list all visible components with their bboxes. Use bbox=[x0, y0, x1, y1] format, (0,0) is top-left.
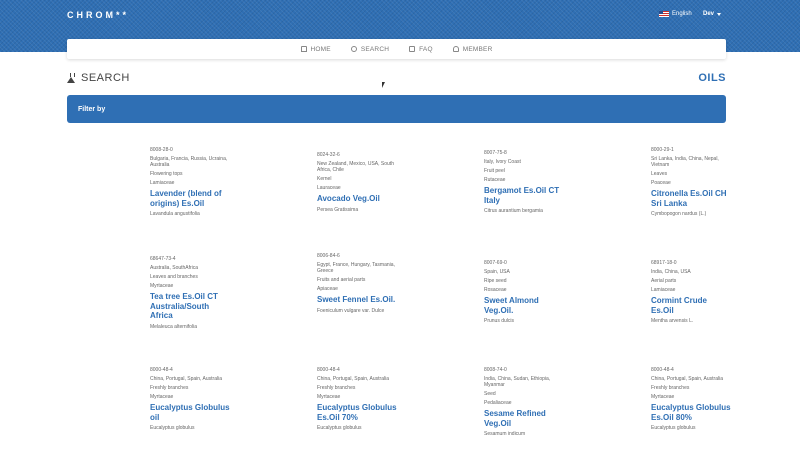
latin-name: Citrus aurantium bergamia bbox=[484, 208, 543, 214]
latin-name: Foeniculum vulgare var. Dulce bbox=[317, 307, 385, 314]
product-card[interactable]: 8000-48-4 China, Portugal, Spain, Austra… bbox=[651, 367, 731, 431]
latin-name: Eucalyptus globulus bbox=[651, 425, 696, 431]
plant-family: Myrtaceae bbox=[150, 283, 174, 289]
product-name[interactable]: Sesame Refined Veg.Oil bbox=[484, 409, 564, 428]
plant-family: Lamiaceae bbox=[651, 287, 676, 293]
plant-family: Pedaliaceae bbox=[484, 400, 512, 406]
plant-part: Aerial parts bbox=[651, 278, 677, 284]
plant-family: Rosaceae bbox=[484, 287, 507, 293]
origin-countries: Sri Lanka, India, China, Nepal, Vietnam bbox=[651, 156, 719, 168]
product-card[interactable]: 68647-73-4 Australia, SouthAfrica Leaves… bbox=[150, 256, 230, 330]
plant-part: Freshly branches bbox=[317, 385, 356, 391]
origin-countries: China, Portugal, Spain, Australia bbox=[651, 376, 723, 382]
cas-number: 68917-18-0 bbox=[651, 260, 677, 266]
cas-number: 8000-48-4 bbox=[150, 367, 173, 373]
plant-part: Flowering tops bbox=[150, 171, 183, 177]
origin-countries: New Zealand, Mexico, USA, South Africa, … bbox=[317, 161, 394, 173]
product-card[interactable]: 8008-74-0 India, China, Sudan, Ethiopia,… bbox=[484, 367, 564, 437]
cas-number: 68647-73-4 bbox=[150, 256, 176, 262]
product-name[interactable]: Lavender (blend of origins) Es.Oil bbox=[150, 189, 230, 208]
product-card[interactable]: 8024-32-6 New Zealand, Mexico, USA, Sout… bbox=[317, 152, 397, 213]
latin-name: Cymbopogon nardus (L.) bbox=[651, 211, 707, 217]
product-name[interactable]: Eucalyptus Globulus Es.Oil 80% bbox=[651, 403, 731, 422]
plant-family: Apiaceae bbox=[317, 286, 338, 292]
plant-part: Kernel bbox=[317, 176, 332, 182]
product-name[interactable]: Citronella Es.Oil CH Sri Lanka bbox=[651, 189, 731, 208]
plant-family: Lauraceae bbox=[317, 185, 341, 191]
origin-countries: India, China, USA bbox=[651, 269, 691, 275]
origin-countries: Italy, Ivory Coast bbox=[484, 159, 521, 165]
plant-part: Fruit peel bbox=[484, 168, 505, 174]
product-card[interactable]: 8000-48-4 China, Portugal, Spain, Austra… bbox=[317, 367, 397, 431]
product-card[interactable]: 8007-69-0 Spain, USA Ripe seed Rosaceae … bbox=[484, 260, 564, 324]
latin-name: Melaleuca alternifolia bbox=[150, 323, 197, 330]
plant-part: Leaves bbox=[651, 171, 668, 177]
product-name[interactable]: Tea tree Es.Oil CT Australia/South Afric… bbox=[150, 292, 230, 321]
plant-family: Rutaceae bbox=[484, 177, 506, 183]
latin-name: Prunus dulcis bbox=[484, 318, 515, 324]
cas-number: 8006-84-6 bbox=[317, 253, 340, 259]
cas-number: 8000-48-4 bbox=[651, 367, 674, 373]
latin-name: Eucalyptus globulus bbox=[150, 425, 195, 431]
plant-part: Freshly branches bbox=[150, 385, 189, 391]
product-name[interactable]: Sweet Almond Veg.Oil. bbox=[484, 296, 564, 315]
plant-family: Myrtaceae bbox=[150, 394, 174, 400]
latin-name: Lavandula angustifolia bbox=[150, 211, 200, 217]
cas-number: 8007-75-8 bbox=[484, 150, 507, 156]
origin-countries: Egypt, France, Hungary, Tasmania, Greece bbox=[317, 262, 395, 274]
cas-number: 8008-28-0 bbox=[150, 147, 173, 153]
product-name[interactable]: Sweet Fennel Es.Oil. bbox=[317, 295, 397, 305]
origin-countries: China, Portugal, Spain, Australia bbox=[150, 376, 222, 382]
latin-name: Eucalyptus globulus bbox=[317, 425, 362, 431]
product-name[interactable]: Bergamot Es.Oil CT Italy bbox=[484, 186, 564, 205]
product-name[interactable]: Eucalyptus Globulus Es.Oil 70% bbox=[317, 403, 397, 422]
origin-countries: Australia, SouthAfrica bbox=[150, 265, 199, 271]
latin-name: Sesamum indicum bbox=[484, 431, 526, 437]
product-card[interactable]: 8000-48-4 China, Portugal, Spain, Austra… bbox=[150, 367, 230, 431]
product-grid: 8008-28-0 Bulgaria, Francia, Russia, Ucr… bbox=[0, 0, 800, 450]
product-name[interactable]: Avocado Veg.Oil bbox=[317, 194, 397, 204]
product-card[interactable]: 8007-75-8 Italy, Ivory Coast Fruit peel … bbox=[484, 150, 564, 214]
product-name[interactable]: Cormint Crude Es.Oil bbox=[651, 296, 731, 315]
product-card[interactable]: 8000-29-1 Sri Lanka, India, China, Nepal… bbox=[651, 147, 731, 217]
latin-name: Mentha arvensis L. bbox=[651, 318, 694, 324]
plant-part: Leaves and branches bbox=[150, 274, 198, 280]
plant-part: Ripe seed bbox=[484, 278, 507, 284]
product-card[interactable]: 68917-18-0 India, China, USA Aerial part… bbox=[651, 260, 731, 324]
product-name[interactable]: Eucalyptus Globulus oil bbox=[150, 403, 230, 422]
plant-family: Poaceae bbox=[651, 180, 671, 186]
origin-countries: Spain, USA bbox=[484, 269, 510, 275]
latin-name: Persea Gratissima bbox=[317, 206, 359, 213]
plant-family: Myrtaceae bbox=[317, 394, 341, 400]
cas-number: 8000-29-1 bbox=[651, 147, 674, 153]
origin-countries: Bulgaria, Francia, Russia, Ucraina, Aust… bbox=[150, 156, 228, 168]
cas-number: 8008-74-0 bbox=[484, 367, 507, 373]
product-card[interactable]: 8008-28-0 Bulgaria, Francia, Russia, Ucr… bbox=[150, 147, 230, 217]
mouse-cursor-icon bbox=[382, 82, 385, 88]
plant-part: Fruits and aerial parts bbox=[317, 277, 366, 283]
cas-number: 8007-69-0 bbox=[484, 260, 507, 266]
cas-number: 8024-32-6 bbox=[317, 152, 340, 158]
plant-part: Freshly branches bbox=[651, 385, 690, 391]
product-card[interactable]: 8006-84-6 Egypt, France, Hungary, Tasman… bbox=[317, 253, 397, 314]
origin-countries: India, China, Sudan, Ethiopia, Myanmar bbox=[484, 376, 551, 388]
plant-family: Myrtaceae bbox=[651, 394, 675, 400]
plant-family: Lamiaceae bbox=[150, 180, 175, 186]
origin-countries: China, Portugal, Spain, Australia bbox=[317, 376, 389, 382]
cas-number: 8000-48-4 bbox=[317, 367, 340, 373]
plant-part: Seed bbox=[484, 391, 496, 397]
